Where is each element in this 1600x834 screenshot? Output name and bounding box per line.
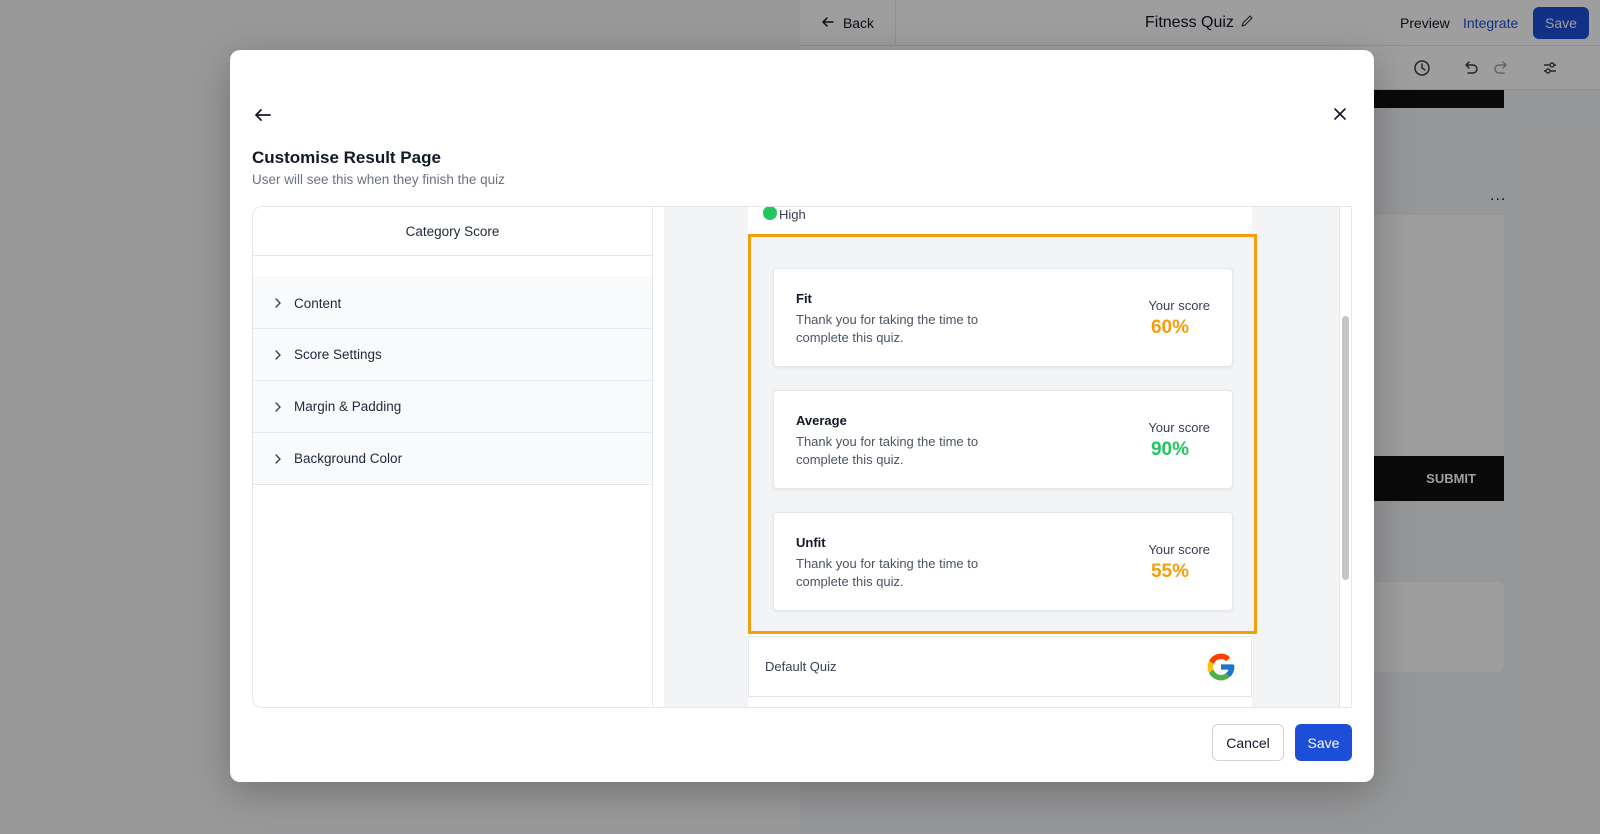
scrollbar-thumb[interactable] bbox=[1342, 316, 1349, 580]
card-description: Thank you for taking the time to complet… bbox=[796, 312, 979, 345]
card-description: Thank you for taking the time to complet… bbox=[796, 434, 979, 467]
arrow-left-icon bbox=[253, 105, 273, 130]
cancel-button[interactable]: Cancel bbox=[1212, 724, 1284, 761]
modal-subtitle: User will see this when they finish the … bbox=[252, 172, 505, 187]
accordion-label: Background Color bbox=[294, 451, 403, 466]
accordion-margin-padding[interactable]: Margin & Padding bbox=[253, 381, 652, 433]
legend-high: High bbox=[763, 207, 806, 222]
score-label: Your score bbox=[1148, 298, 1210, 313]
modal-back-button[interactable] bbox=[250, 104, 276, 130]
settings-header: Category Score bbox=[253, 207, 652, 256]
close-icon bbox=[1333, 107, 1347, 126]
score-value: 90% bbox=[1150, 439, 1190, 460]
modal-title: Customise Result Page bbox=[252, 148, 441, 167]
modal-body: Category Score Content Score Settings Ma… bbox=[252, 206, 1352, 708]
card-title: Unfit bbox=[796, 535, 826, 550]
green-dot-icon bbox=[763, 207, 777, 220]
accordion-label: Content bbox=[294, 295, 342, 311]
settings-accordion: Content Score Settings Margin & Padding … bbox=[253, 277, 652, 485]
chevron-right-icon bbox=[271, 296, 285, 310]
score-card-average: Average Thank you for taking the time to… bbox=[773, 390, 1233, 489]
accordion-background-color[interactable]: Background Color bbox=[253, 433, 652, 485]
card-title: Average bbox=[796, 413, 847, 428]
score-label: Your score bbox=[1148, 542, 1210, 557]
score-value: 55% bbox=[1150, 561, 1190, 582]
settings-panel: Category Score Content Score Settings Ma… bbox=[253, 207, 653, 707]
legend-label: High bbox=[779, 207, 806, 222]
default-quiz-row: Default Quiz bbox=[748, 636, 1252, 697]
default-quiz-label: Default Quiz bbox=[765, 659, 837, 674]
preview-scrollbar[interactable] bbox=[1339, 207, 1351, 707]
category-score-block[interactable]: Fit Thank you for taking the time to com… bbox=[748, 234, 1257, 634]
score-value: 60% bbox=[1150, 317, 1190, 338]
score-card-unfit: Unfit Thank you for taking the time to c… bbox=[773, 512, 1233, 611]
score-label: Your score bbox=[1148, 420, 1210, 435]
modal-close-button[interactable] bbox=[1328, 104, 1352, 128]
chevron-right-icon bbox=[271, 400, 285, 414]
score-card-fit: Fit Thank you for taking the time to com… bbox=[773, 268, 1233, 367]
card-description: Thank you for taking the time to complet… bbox=[796, 556, 979, 589]
result-preview-panel[interactable]: High Fit Thank you for taking the time t… bbox=[664, 207, 1351, 707]
accordion-label: Margin & Padding bbox=[294, 399, 402, 414]
card-title: Fit bbox=[796, 291, 812, 306]
accordion-content[interactable]: Content bbox=[253, 277, 652, 329]
accordion-label: Score Settings bbox=[294, 347, 382, 362]
chevron-right-icon bbox=[271, 452, 285, 466]
chevron-right-icon bbox=[271, 348, 285, 362]
google-logo-icon bbox=[1205, 651, 1237, 683]
save-button[interactable]: Save bbox=[1295, 724, 1352, 761]
customise-result-modal: Customise Result Page User will see this… bbox=[230, 50, 1374, 782]
accordion-score-settings[interactable]: Score Settings bbox=[253, 329, 652, 381]
